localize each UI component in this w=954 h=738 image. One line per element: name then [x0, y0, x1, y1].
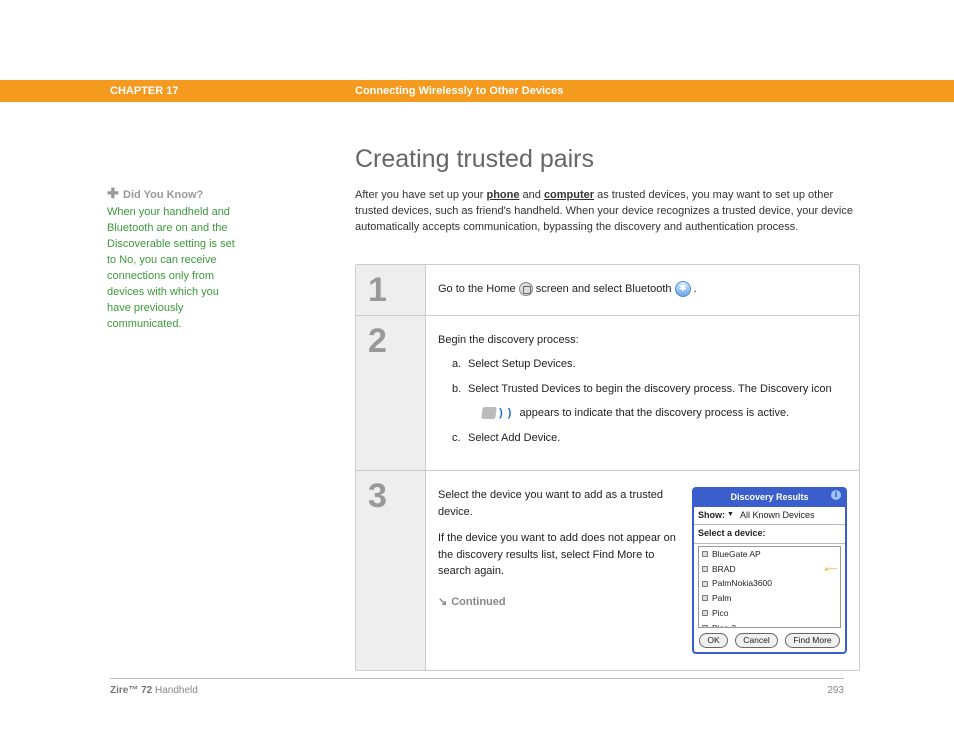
show-value: All Known Devices: [740, 509, 815, 523]
plus-icon: ✚: [107, 185, 123, 202]
page-footer: Zire™ 72 Handheld 293: [110, 678, 844, 696]
header-bar: CHAPTER 17 Connecting Wirelessly to Othe…: [0, 80, 954, 102]
device-type-icon: [702, 566, 708, 572]
discovery-results-screenshot: Discovery Results i Show: ▼ All Known De…: [692, 487, 847, 654]
info-icon: i: [831, 490, 841, 500]
step-row: 1 Go to the Home screen and select Bluet…: [356, 265, 859, 316]
chapter-label: CHAPTER 17: [110, 85, 355, 97]
page-number: 293: [827, 685, 844, 696]
step-text: .: [694, 283, 697, 295]
step-text: screen and select Bluetooth: [536, 283, 675, 295]
show-dropdown-row: Show: ▼ All Known Devices: [694, 507, 845, 526]
step-number: 3: [356, 471, 426, 670]
key-icon: ⚹—: [824, 563, 837, 575]
device-list-item[interactable]: Palm: [699, 591, 840, 606]
did-you-know-label: Did You Know?: [123, 189, 203, 201]
step-number: 1: [356, 265, 426, 315]
device-list-item[interactable]: Pico-3: [699, 621, 840, 628]
select-device-label: Select a device:: [698, 527, 766, 541]
home-icon: [519, 282, 533, 296]
step-text: appears to indicate that the discovery p…: [520, 407, 790, 419]
device-list: BlueGate AP BRAD ⚹— PalmNokia3600 Palm Pico Pi…: [698, 546, 841, 628]
step-number: 2: [356, 316, 426, 471]
step-body: Go to the Home screen and select Bluetoo…: [426, 265, 859, 315]
steps-table: 1 Go to the Home screen and select Bluet…: [355, 264, 860, 671]
signal-waves-icon: ) ): [499, 407, 512, 419]
step-text: Select Trusted Devices to begin the disc…: [468, 383, 832, 395]
device-name: BlueGate AP: [712, 548, 761, 561]
device-type-icon: [702, 610, 708, 616]
step-text: Select Add Device.: [468, 432, 560, 444]
show-label: Show:: [698, 509, 725, 523]
product-bold: Zire™ 72: [110, 685, 152, 696]
device-list-item[interactable]: BlueGate AP: [699, 547, 840, 562]
device-list-item[interactable]: Pico: [699, 606, 840, 621]
device-list-item[interactable]: BRAD ⚹—: [699, 562, 840, 577]
page-title: Creating trusted pairs: [355, 145, 860, 174]
list-marker: c.: [452, 430, 468, 447]
select-device-label-row: Select a device:: [694, 525, 845, 544]
step-text: Select Setup Devices.: [468, 358, 576, 370]
device-list-item[interactable]: PalmNokia3600: [699, 576, 840, 591]
dialog-title-text: Discovery Results: [730, 492, 808, 502]
device-name: Pico-3: [712, 622, 736, 628]
step-text: Select the device you want to add as a t…: [438, 487, 678, 520]
list-marker: b.: [452, 381, 468, 398]
link-computer[interactable]: computer: [544, 189, 594, 201]
device-name: PalmNokia3600: [712, 577, 772, 590]
main-content: Creating trusted pairs After you have se…: [355, 145, 860, 671]
step-row: 2 Begin the discovery process: a.Select …: [356, 316, 859, 472]
device-type-icon: [702, 625, 708, 628]
step-text: Begin the discovery process:: [438, 332, 847, 349]
did-you-know-text: When your handheld and Bluetooth are on …: [107, 205, 242, 333]
arrow-down-right-icon: ↘: [438, 594, 447, 611]
device-type-icon: [702, 595, 708, 601]
device-name: Palm: [712, 592, 731, 605]
ok-button[interactable]: OK: [699, 633, 727, 648]
dropdown-triangle-icon: ▼: [727, 510, 734, 521]
chapter-title: Connecting Wirelessly to Other Devices: [355, 85, 563, 97]
device-type-icon: [702, 581, 708, 587]
bluetooth-icon: [675, 281, 691, 297]
step-body: Begin the discovery process: a.Select Se…: [426, 316, 859, 471]
list-marker: a.: [452, 356, 468, 373]
discovery-device-icon: [481, 407, 497, 419]
intro-paragraph: After you have set up your phone and com…: [355, 188, 860, 236]
step-row: 3 Select the device you want to add as a…: [356, 471, 859, 670]
device-name: BRAD: [712, 563, 736, 576]
intro-text: After you have set up your: [355, 189, 486, 201]
product-name: Zire™ 72 Handheld: [110, 685, 198, 696]
continued-label: Continued: [451, 596, 505, 608]
dialog-buttons: OK Cancel Find More: [694, 630, 845, 652]
device-name: Pico: [712, 607, 729, 620]
step-text: Go to the Home: [438, 283, 519, 295]
find-more-button[interactable]: Find More: [785, 633, 839, 648]
intro-text: and: [519, 189, 543, 201]
step-text: If the device you want to add does not a…: [438, 530, 678, 580]
dialog-title: Discovery Results i: [694, 489, 845, 507]
product-rest: Handheld: [152, 685, 198, 696]
sidebar-tip: ✚Did You Know? When your handheld and Bl…: [107, 185, 242, 333]
continued-indicator: ↘ Continued: [438, 594, 678, 611]
cancel-button[interactable]: Cancel: [735, 633, 777, 648]
device-type-icon: [702, 551, 708, 557]
step-body: Select the device you want to add as a t…: [426, 471, 859, 670]
link-phone[interactable]: phone: [486, 189, 519, 201]
